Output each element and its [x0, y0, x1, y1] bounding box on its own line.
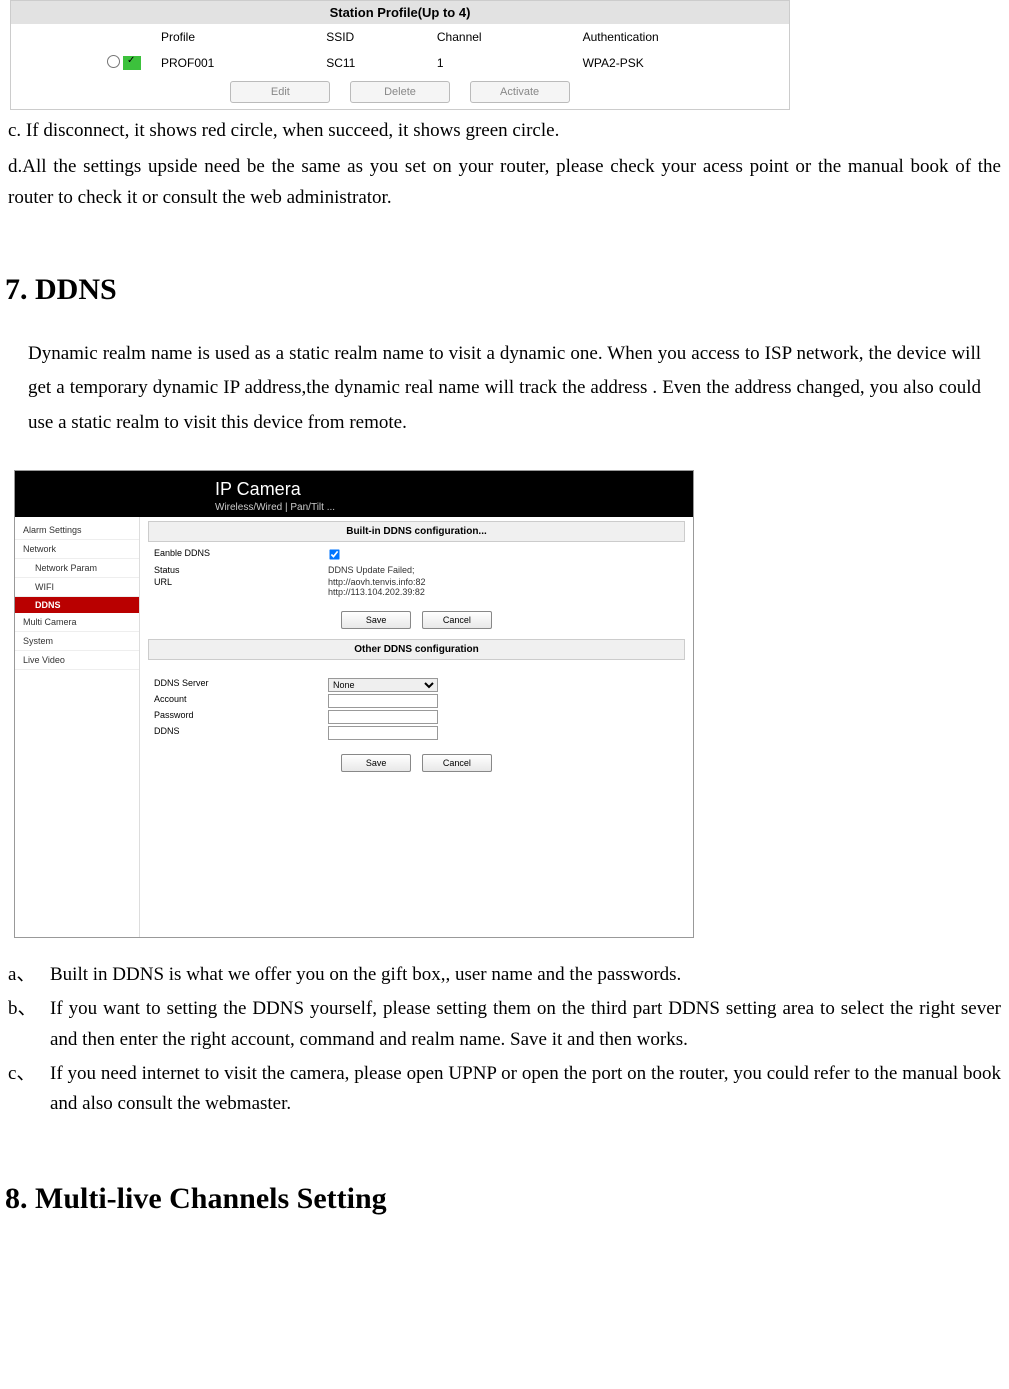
ipcam-sidebar: Alarm Settings Network Network Param WIF…: [15, 517, 140, 937]
other-save-button[interactable]: Save: [341, 754, 411, 772]
cell-profile: PROF001: [151, 50, 316, 75]
url-line1: http://aovh.tenvis.info:82: [328, 577, 685, 587]
cell-channel: 1: [427, 50, 573, 75]
ipcamera-screenshot: IP Camera Wireless/Wired | Pan/Tilt ... …: [14, 470, 694, 938]
ipcam-title: IP Camera: [215, 479, 693, 500]
list-marker-a: a、: [8, 960, 50, 990]
ipcam-main: Built-in DDNS configuration... Eanble DD…: [140, 517, 693, 937]
sidebar-item-ddns[interactable]: DDNS: [15, 597, 139, 613]
list-text-b: If you want to setting the DDNS yourself…: [50, 994, 1001, 1055]
edit-button[interactable]: Edit: [230, 81, 330, 103]
lettered-list: a、 Built in DDNS is what we offer you on…: [0, 958, 1009, 1122]
url-label: URL: [148, 577, 328, 597]
paragraph-c: c. If disconnect, it shows red circle, w…: [0, 116, 1009, 146]
sidebar-item-system[interactable]: System: [15, 632, 139, 651]
col-channel: Channel: [427, 24, 573, 50]
list-marker-c: c、: [8, 1059, 50, 1120]
enable-ddns-checkbox[interactable]: [329, 549, 339, 559]
cell-auth: WPA2-PSK: [573, 50, 789, 75]
builtin-save-button[interactable]: Save: [341, 611, 411, 629]
ddns-server-select[interactable]: None: [328, 678, 438, 692]
col-ssid: SSID: [316, 24, 427, 50]
account-input[interactable]: [328, 694, 438, 708]
station-table: Profile SSID Channel Authentication PROF…: [11, 24, 789, 75]
ddns-label: DDNS: [148, 726, 328, 740]
sidebar-item-network[interactable]: Network: [15, 540, 139, 559]
station-profile-title: Station Profile(Up to 4): [11, 1, 789, 24]
list-text-a: Built in DDNS is what we offer you on th…: [50, 960, 1001, 990]
status-indicator-icon: [123, 56, 141, 70]
col-auth: Authentication: [573, 24, 789, 50]
activate-button[interactable]: Activate: [470, 81, 570, 103]
list-marker-b: b、: [8, 994, 50, 1055]
paragraph-d: d.All the settings upside need be the sa…: [0, 152, 1009, 213]
delete-button[interactable]: Delete: [350, 81, 450, 103]
ddns-intro: Dynamic realm name is used as a static r…: [0, 337, 1009, 440]
list-text-c: If you need internet to visit the camera…: [50, 1059, 1001, 1120]
sidebar-item-live[interactable]: Live Video: [15, 651, 139, 670]
url-line2: http://113.104.202.39:82: [328, 587, 685, 597]
station-profile-panel: Station Profile(Up to 4) Profile SSID Ch…: [10, 0, 790, 110]
col-profile: Profile: [151, 24, 316, 50]
status-value: DDNS Update Failed;: [328, 565, 685, 575]
sidebar-item-network-param[interactable]: Network Param: [15, 559, 139, 578]
builtin-ddns-title: Built-in DDNS configuration...: [148, 521, 685, 542]
other-ddns-title: Other DDNS configuration: [148, 639, 685, 660]
sidebar-item-wifi[interactable]: WIFI: [15, 578, 139, 597]
password-label: Password: [148, 710, 328, 724]
heading-multilive: 8. Multi-live Channels Setting: [0, 1182, 1009, 1216]
builtin-cancel-button[interactable]: Cancel: [422, 611, 492, 629]
enable-ddns-label: Eanble DDNS: [148, 548, 328, 563]
ddns-input[interactable]: [328, 726, 438, 740]
status-label: Status: [148, 565, 328, 575]
sidebar-item-alarm[interactable]: Alarm Settings: [15, 521, 139, 540]
heading-ddns: 7. DDNS: [0, 273, 1009, 307]
other-cancel-button[interactable]: Cancel: [422, 754, 492, 772]
sidebar-item-multi[interactable]: Multi Camera: [15, 613, 139, 632]
profile-radio[interactable]: [107, 55, 120, 68]
ddns-server-label: DDNS Server: [148, 678, 328, 692]
table-row[interactable]: PROF001 SC11 1 WPA2-PSK: [11, 50, 789, 75]
ipcam-subtitle: Wireless/Wired | Pan/Tilt ...: [215, 502, 693, 513]
password-input[interactable]: [328, 710, 438, 724]
ipcam-header: IP Camera Wireless/Wired | Pan/Tilt ...: [15, 471, 693, 517]
account-label: Account: [148, 694, 328, 708]
cell-ssid: SC11: [316, 50, 427, 75]
